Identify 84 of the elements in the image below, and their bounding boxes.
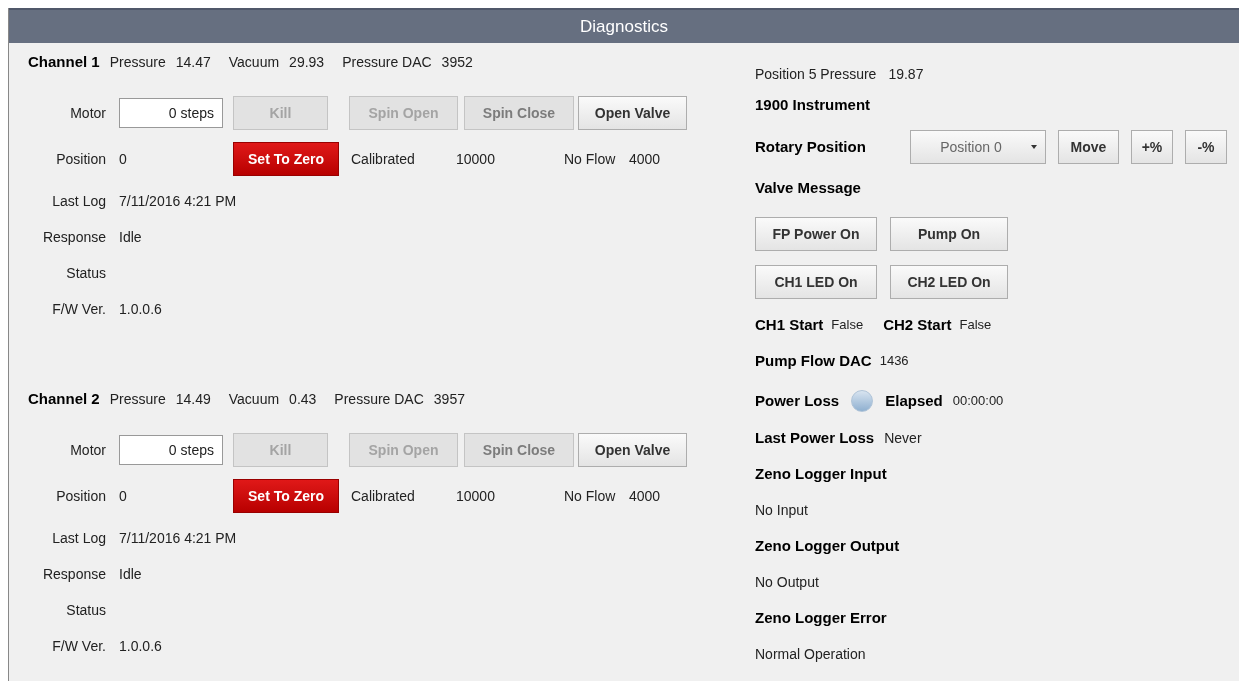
position-dropdown[interactable]: Position 0 bbox=[910, 130, 1046, 164]
stat-label: Vacuum bbox=[228, 390, 280, 409]
field-label: Response bbox=[41, 564, 106, 584]
section-title: Zeno Logger Output bbox=[755, 535, 900, 556]
field-value: 10000 bbox=[456, 486, 496, 506]
field-label: Last Power Loss bbox=[755, 427, 875, 448]
field-value: 4000 bbox=[629, 149, 661, 169]
field-value: 7/11/2016 4:21 PM bbox=[119, 528, 237, 548]
stat-value: 3957 bbox=[433, 390, 465, 409]
field-value: 1.0.0.6 bbox=[119, 299, 162, 319]
button[interactable]: Pump On bbox=[890, 217, 1008, 251]
stat-value: 29.93 bbox=[289, 53, 325, 72]
section-title: Zeno Logger Input bbox=[755, 463, 887, 484]
channel-title: Channel 2 bbox=[28, 389, 100, 409]
stat-value: 3952 bbox=[441, 53, 473, 72]
button: Spin Open bbox=[349, 433, 458, 467]
field-label: F/W Ver. bbox=[51, 299, 106, 319]
button[interactable]: Move bbox=[1058, 130, 1119, 164]
stat-label: Pressure DAC bbox=[334, 390, 424, 409]
motor-steps-field[interactable]: 0 steps bbox=[119, 98, 223, 128]
motor-steps-field[interactable]: 0 steps bbox=[119, 435, 223, 465]
field-label: Pump Flow DAC bbox=[755, 350, 872, 371]
field-value: 4000 bbox=[629, 486, 661, 506]
field-value: 10000 bbox=[456, 149, 496, 169]
field-label: Status bbox=[65, 600, 106, 620]
section-title: Zeno Logger Error bbox=[755, 607, 887, 628]
field-label: Power Loss bbox=[755, 390, 840, 411]
stat-label: Pressure bbox=[109, 390, 166, 409]
field-label: No Flow bbox=[564, 149, 617, 169]
field-value: 1.0.0.6 bbox=[119, 636, 162, 656]
set-zero-button[interactable]: Set To Zero bbox=[233, 142, 339, 176]
button[interactable]: Open Valve bbox=[578, 96, 687, 130]
stat-value: 14.49 bbox=[175, 390, 211, 409]
field-value: False bbox=[959, 316, 992, 335]
field-label: Motor bbox=[69, 440, 106, 460]
field-value: Never bbox=[884, 428, 922, 448]
field-label: Position 5 Pressure bbox=[755, 64, 877, 84]
button[interactable]: CH2 LED On bbox=[890, 265, 1008, 299]
field-value: 0 bbox=[119, 149, 128, 169]
field-value: Normal Operation bbox=[755, 644, 866, 664]
field-value: 7/11/2016 4:21 PM bbox=[119, 191, 237, 211]
field-label: Last Log bbox=[51, 528, 106, 548]
caret-icon bbox=[1031, 145, 1037, 149]
button[interactable]: CH1 LED On bbox=[755, 265, 877, 299]
field-value: Idle bbox=[119, 227, 142, 247]
section-title: 1900 Instrument bbox=[755, 94, 871, 115]
stat-label: Pressure DAC bbox=[342, 53, 432, 72]
button: Kill bbox=[233, 96, 328, 130]
field-label: F/W Ver. bbox=[51, 636, 106, 656]
window-title: Diagnostics bbox=[580, 15, 668, 38]
stat-value: 0.43 bbox=[289, 390, 317, 409]
field-label: Calibrated bbox=[351, 486, 416, 506]
field-label: Calibrated bbox=[351, 149, 416, 169]
section-title: Valve Message bbox=[755, 177, 861, 198]
field-value: 1436 bbox=[879, 352, 909, 371]
set-zero-button[interactable]: Set To Zero bbox=[233, 479, 339, 513]
button[interactable]: FP Power On bbox=[755, 217, 877, 251]
stat-label: Pressure bbox=[109, 53, 166, 72]
field-label: Position bbox=[55, 149, 106, 169]
field-label: Motor bbox=[69, 103, 106, 123]
field-label: CH1 Start bbox=[755, 314, 824, 335]
field-label: Rotary Position bbox=[755, 136, 867, 157]
button: Spin Open bbox=[349, 96, 458, 130]
stat-value: 14.47 bbox=[175, 53, 211, 72]
button[interactable]: -% bbox=[1185, 130, 1227, 164]
field-label: CH2 Start bbox=[883, 314, 952, 335]
field-value: No Input bbox=[755, 500, 808, 520]
field-value: 0 bbox=[119, 486, 128, 506]
field-value: 19.87 bbox=[888, 64, 924, 84]
button[interactable]: +% bbox=[1131, 130, 1173, 164]
stat-label: Vacuum bbox=[228, 53, 280, 72]
field-label: Position bbox=[55, 486, 106, 506]
field-label: Elapsed bbox=[885, 390, 943, 411]
channel-title: Channel 1 bbox=[28, 52, 100, 72]
button[interactable]: Open Valve bbox=[578, 433, 687, 467]
field-label: Response bbox=[41, 227, 106, 247]
field-value: False bbox=[831, 316, 864, 335]
field-label: Status bbox=[65, 263, 106, 283]
field-value: Idle bbox=[119, 564, 142, 584]
button: Kill bbox=[233, 433, 328, 467]
field-value: No Output bbox=[755, 572, 819, 592]
field-label: No Flow bbox=[564, 486, 617, 506]
field-label: Last Log bbox=[51, 191, 106, 211]
field-value: 00:00:00 bbox=[952, 392, 1004, 411]
